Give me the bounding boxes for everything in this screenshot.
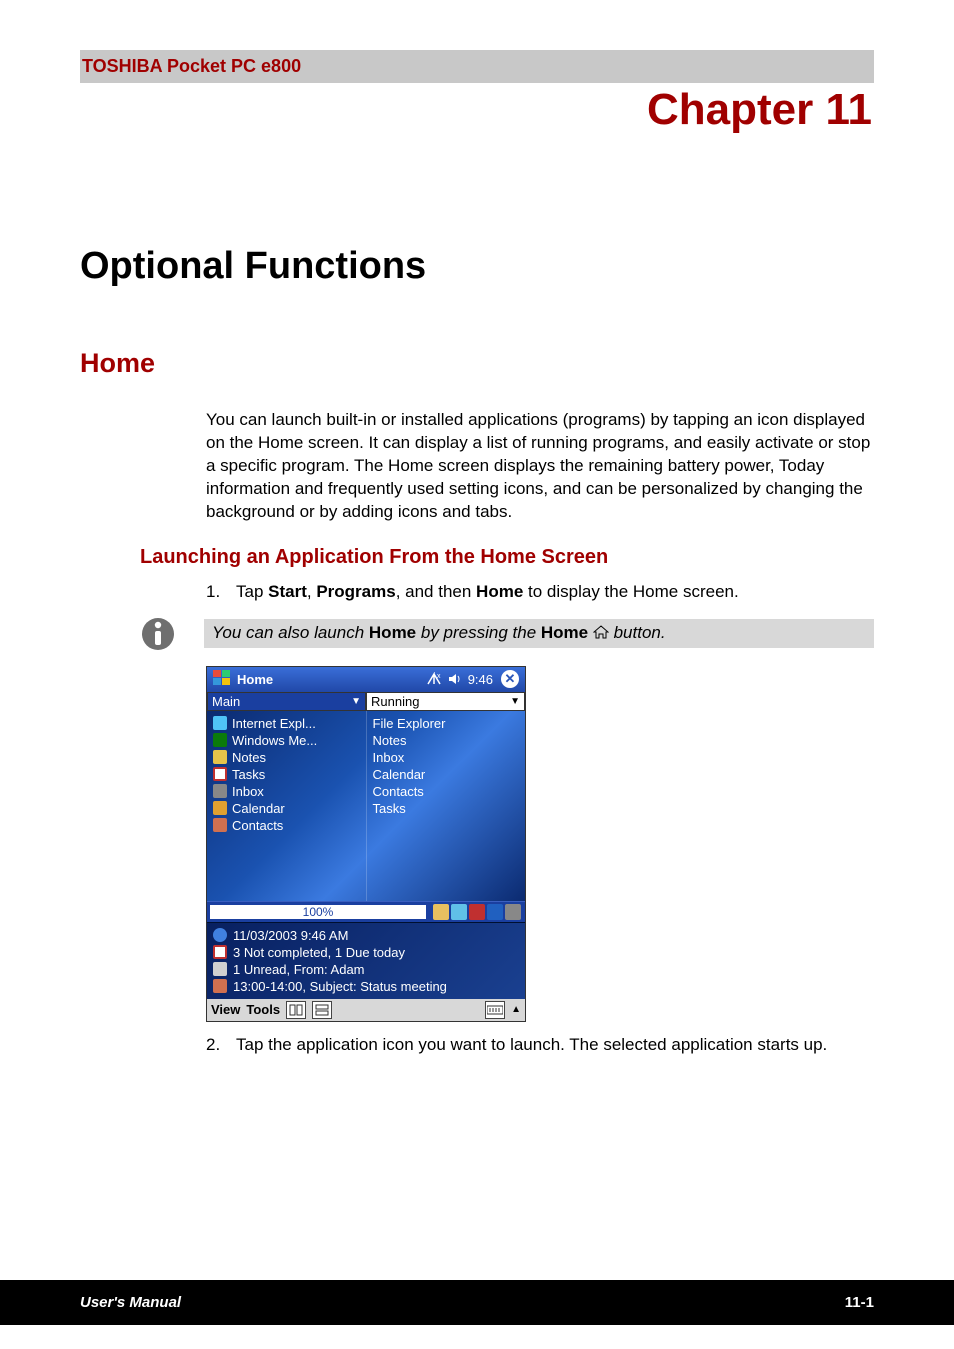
speaker-icon[interactable] [448, 672, 462, 686]
info-icon [140, 616, 176, 652]
app-item[interactable]: Internet Expl... [213, 715, 360, 732]
clock-icon [213, 928, 227, 942]
sip-up-icon[interactable]: ▲ [511, 1004, 521, 1015]
step-2-number: 2. [206, 1034, 220, 1057]
chevron-down-icon: ▼ [510, 696, 520, 707]
connectivity-icon[interactable]: x [426, 672, 442, 686]
running-item[interactable]: Notes [373, 732, 520, 749]
section-title: Optional Functions [80, 245, 874, 288]
app-item[interactable]: Notes [213, 749, 360, 766]
tasks-icon [213, 945, 227, 959]
step-1-text: Tap Start, Programs, and then Home to di… [236, 582, 739, 601]
running-dropdown-label: Running [371, 694, 419, 709]
hand-icon[interactable] [433, 904, 449, 920]
footer-right: 11-1 [845, 1294, 874, 1311]
app-item[interactable]: Calendar [213, 800, 360, 817]
device-screenshot: Home x 9:46 ✕ Main ▼ Running ▼ Internet [206, 666, 526, 1022]
today-panel: 11/03/2003 9:46 AM 3 Not completed, 1 Du… [207, 923, 525, 999]
launch-heading: Launching an Application From the Home S… [140, 546, 874, 569]
step-2: 2. Tap the application icon you want to … [206, 1034, 874, 1057]
main-dropdown-label: Main [212, 694, 240, 709]
running-item[interactable]: Contacts [373, 783, 520, 800]
app-item[interactable]: Contacts [213, 817, 360, 834]
today-datetime[interactable]: 11/03/2003 9:46 AM [213, 927, 519, 944]
close-icon[interactable]: ✕ [501, 670, 519, 688]
home-intro: You can launch built-in or installed app… [206, 409, 874, 524]
step-1-number: 1. [206, 581, 220, 604]
running-item[interactable]: File Explorer [373, 715, 520, 732]
footer-left: User's Manual [80, 1294, 181, 1311]
running-item[interactable]: Tasks [373, 800, 520, 817]
main-dropdown[interactable]: Main ▼ [207, 692, 366, 711]
contacts-icon [213, 818, 227, 832]
keyboard-icon[interactable] [485, 1001, 505, 1019]
note-row: You can also launch Home by pressing the… [140, 616, 874, 652]
layout-b-icon[interactable] [312, 1001, 332, 1019]
home-icon [593, 624, 609, 644]
step-2-text: Tap the application icon you want to lau… [236, 1035, 827, 1054]
status-bar: 100% [207, 901, 525, 923]
app-item[interactable]: Windows Me... [213, 732, 360, 749]
device-menubar: View Tools ▲ [207, 999, 525, 1021]
page-footer: User's Manual 11-1 [0, 1280, 954, 1325]
view-menu[interactable]: View [211, 1002, 240, 1017]
setting-a-icon[interactable] [469, 904, 485, 920]
setting-b-icon[interactable] [487, 904, 503, 920]
chapter-number: Chapter 11 [80, 85, 872, 135]
apps-list: Internet Expl... Windows Me... Notes Tas… [207, 711, 367, 901]
today-calendar[interactable]: 13:00-14:00, Subject: Status meeting [213, 978, 519, 995]
app-item[interactable]: Tasks [213, 766, 360, 783]
running-item[interactable]: Inbox [373, 749, 520, 766]
today-tasks[interactable]: 3 Not completed, 1 Due today [213, 944, 519, 961]
notes-icon [213, 750, 227, 764]
running-dropdown[interactable]: Running ▼ [366, 692, 525, 711]
tasks-icon [213, 767, 227, 781]
home-heading: Home [80, 348, 874, 379]
start-flag-icon[interactable] [213, 670, 231, 689]
battery-indicator[interactable]: 100% [209, 904, 427, 920]
ie-icon [213, 716, 227, 730]
chevron-down-icon: ▼ [351, 696, 361, 707]
product-name: TOSHIBA Pocket PC e800 [82, 56, 301, 76]
calendar-icon [213, 801, 227, 815]
note-text: You can also launch Home by pressing the… [204, 619, 874, 648]
brightness-icon[interactable] [451, 904, 467, 920]
running-item[interactable]: Calendar [373, 766, 520, 783]
running-list: File Explorer Notes Inbox Calendar Conta… [367, 711, 526, 901]
volume-icon[interactable] [505, 904, 521, 920]
device-titlebar: Home x 9:46 ✕ [207, 667, 525, 692]
device-title: Home [237, 672, 273, 687]
inbox-icon [213, 784, 227, 798]
mail-icon [213, 962, 227, 976]
step-1: 1. Tap Start, Programs, and then Home to… [206, 581, 874, 604]
layout-a-icon[interactable] [286, 1001, 306, 1019]
app-item[interactable]: Inbox [213, 783, 360, 800]
wmp-icon [213, 733, 227, 747]
today-mail[interactable]: 1 Unread, From: Adam [213, 961, 519, 978]
clock-text[interactable]: 9:46 [468, 672, 493, 687]
tools-menu[interactable]: Tools [246, 1002, 280, 1017]
header-bar: TOSHIBA Pocket PC e800 [80, 50, 874, 83]
svg-text:x: x [437, 673, 441, 680]
calendar-icon [213, 979, 227, 993]
